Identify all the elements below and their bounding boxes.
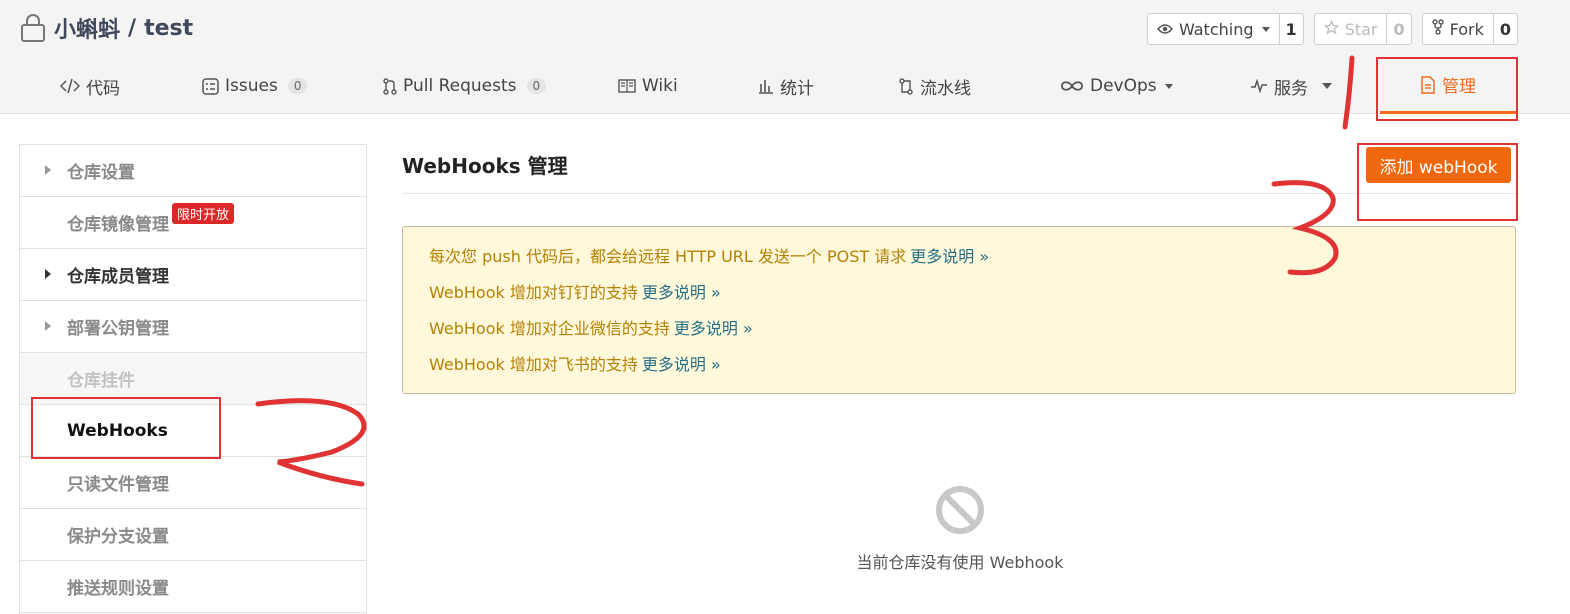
notice-line: 每次您 push 代码后，都会给远程 HTTP URL 发送一个 POST 请求…	[429, 243, 1489, 279]
eye-icon	[1156, 20, 1173, 39]
tab-pipeline[interactable]: 流水线	[898, 58, 971, 114]
tab-stats-label: 统计	[780, 78, 814, 99]
title-divider	[402, 193, 1516, 194]
issues-count-badge: 0	[287, 78, 308, 94]
infinity-icon	[1060, 79, 1084, 93]
sidebar-item-deploy-keys[interactable]: 部署公钥管理	[20, 301, 366, 353]
sidebar-item-push-rules[interactable]: 推送规则设置	[20, 561, 366, 613]
caret-right-icon	[45, 269, 51, 279]
sidebar-item-label: 推送规则设置	[67, 579, 169, 599]
tab-pipeline-label: 流水线	[920, 78, 971, 99]
watch-label: Watching	[1178, 19, 1254, 39]
tab-devops[interactable]: DevOps	[1060, 58, 1173, 114]
sidebar-item-label: 只读文件管理	[67, 475, 169, 495]
lock-icon	[20, 13, 46, 43]
tab-pull-requests[interactable]: Pull Requests 0	[383, 58, 547, 114]
fork-icon	[1431, 19, 1444, 39]
annotation-box-add-webhook	[1357, 143, 1518, 221]
tab-services-label: 服务	[1274, 78, 1308, 99]
pipeline-icon	[898, 77, 914, 95]
bar-chart-icon	[758, 78, 774, 94]
tab-issues-label: Issues	[225, 76, 278, 96]
tab-code-label: 代码	[86, 78, 120, 99]
more-info-link[interactable]: 更多说明 »	[910, 247, 989, 266]
tab-wiki[interactable]: Wiki	[618, 58, 678, 114]
page-title: WebHooks 管理	[402, 154, 568, 178]
repo-title: 小蝌蚪 / test	[20, 10, 193, 46]
settings-sidebar: 仓库设置 仓库镜像管理 限时开放 仓库成员管理 部署公钥管理 仓库挂件 WebH…	[19, 144, 367, 614]
sidebar-item-label: 仓库挂件	[67, 371, 135, 391]
star-button[interactable]: Star 0	[1313, 13, 1412, 45]
empty-state: 当前仓库没有使用 Webhook	[800, 485, 1120, 573]
caret-right-icon	[45, 321, 51, 331]
repo-actions: Watching 1 Star 0 Fork 0	[1146, 13, 1518, 45]
tab-wiki-label: Wiki	[642, 76, 678, 96]
more-info-link[interactable]: 更多说明 »	[674, 319, 753, 338]
repo-tabs: 代码 Issues 0 Pull Requests 0 Wiki 统计 流水线 …	[0, 58, 1570, 114]
caret-down-icon	[1322, 83, 1332, 89]
ban-icon	[800, 485, 1120, 535]
empty-state-text: 当前仓库没有使用 Webhook	[856, 553, 1064, 572]
pull-requests-count-badge: 0	[526, 78, 547, 94]
sidebar-item-protected-branches[interactable]: 保护分支设置	[20, 509, 366, 561]
sidebar-item-repo-settings[interactable]: 仓库设置	[20, 145, 366, 197]
notice-line: WebHook 增加对钉钉的支持 更多说明 »	[429, 279, 1489, 315]
tab-stats[interactable]: 统计	[758, 58, 814, 114]
repo-separator: /	[128, 15, 137, 41]
sidebar-item-label: 仓库镜像管理	[67, 215, 169, 235]
fork-count[interactable]: 0	[1492, 14, 1517, 44]
issues-icon	[202, 77, 219, 95]
fork-button[interactable]: Fork 0	[1421, 13, 1518, 45]
star-count[interactable]: 0	[1386, 14, 1410, 44]
notice-text: 每次您 push 代码后，都会给远程 HTTP URL 发送一个 POST 请求	[429, 247, 907, 266]
code-icon	[60, 78, 80, 94]
sidebar-item-label: 部署公钥管理	[67, 319, 169, 339]
tab-services[interactable]: 服务	[1250, 58, 1332, 114]
star-icon	[1323, 19, 1340, 39]
repo-header: 小蝌蚪 / test Watching 1 Star 0 Fork 0 代码 I…	[0, 0, 1570, 114]
annotation-box-manage	[1376, 57, 1518, 121]
sidebar-item-repo-mirror[interactable]: 仓库镜像管理 限时开放	[20, 197, 366, 249]
star-label: Star	[1344, 19, 1378, 39]
repo-owner-link[interactable]: 小蝌蚪	[54, 12, 120, 44]
limited-time-badge: 限时开放	[172, 203, 235, 224]
notice-text: WebHook 增加对飞书的支持	[429, 355, 638, 374]
tab-devops-label: DevOps	[1090, 76, 1157, 96]
more-info-link[interactable]: 更多说明 »	[642, 283, 721, 302]
watch-count[interactable]: 1	[1278, 14, 1303, 44]
caret-down-icon	[1261, 26, 1270, 32]
watch-button[interactable]: Watching 1	[1146, 13, 1304, 45]
sidebar-item-label: 保护分支设置	[67, 527, 169, 547]
pull-request-icon	[383, 77, 397, 95]
tab-issues[interactable]: Issues 0	[202, 58, 308, 114]
caret-down-icon	[1164, 83, 1173, 89]
notice-text: WebHook 增加对企业微信的支持	[429, 319, 670, 338]
annotation-box-webhooks	[31, 397, 221, 459]
fork-label: Fork	[1449, 19, 1484, 39]
caret-right-icon	[45, 165, 51, 175]
notice-text: WebHook 增加对钉钉的支持	[429, 283, 638, 302]
more-info-link[interactable]: 更多说明 »	[642, 355, 721, 374]
sidebar-item-label: 仓库成员管理	[67, 267, 169, 287]
sidebar-item-members[interactable]: 仓库成员管理	[20, 249, 366, 301]
notice-line: WebHook 增加对企业微信的支持 更多说明 »	[429, 315, 1489, 351]
info-notice: 每次您 push 代码后，都会给远程 HTTP URL 发送一个 POST 请求…	[402, 226, 1516, 394]
pulse-icon	[1250, 79, 1268, 93]
repo-name-link[interactable]: test	[144, 16, 193, 41]
sidebar-item-label: 仓库设置	[67, 163, 135, 183]
tab-code[interactable]: 代码	[60, 58, 120, 114]
sidebar-item-readonly-files[interactable]: 只读文件管理	[20, 457, 366, 509]
tab-pull-requests-label: Pull Requests	[403, 76, 517, 96]
notice-line: WebHook 增加对飞书的支持 更多说明 »	[429, 351, 1489, 387]
book-icon	[618, 79, 636, 93]
